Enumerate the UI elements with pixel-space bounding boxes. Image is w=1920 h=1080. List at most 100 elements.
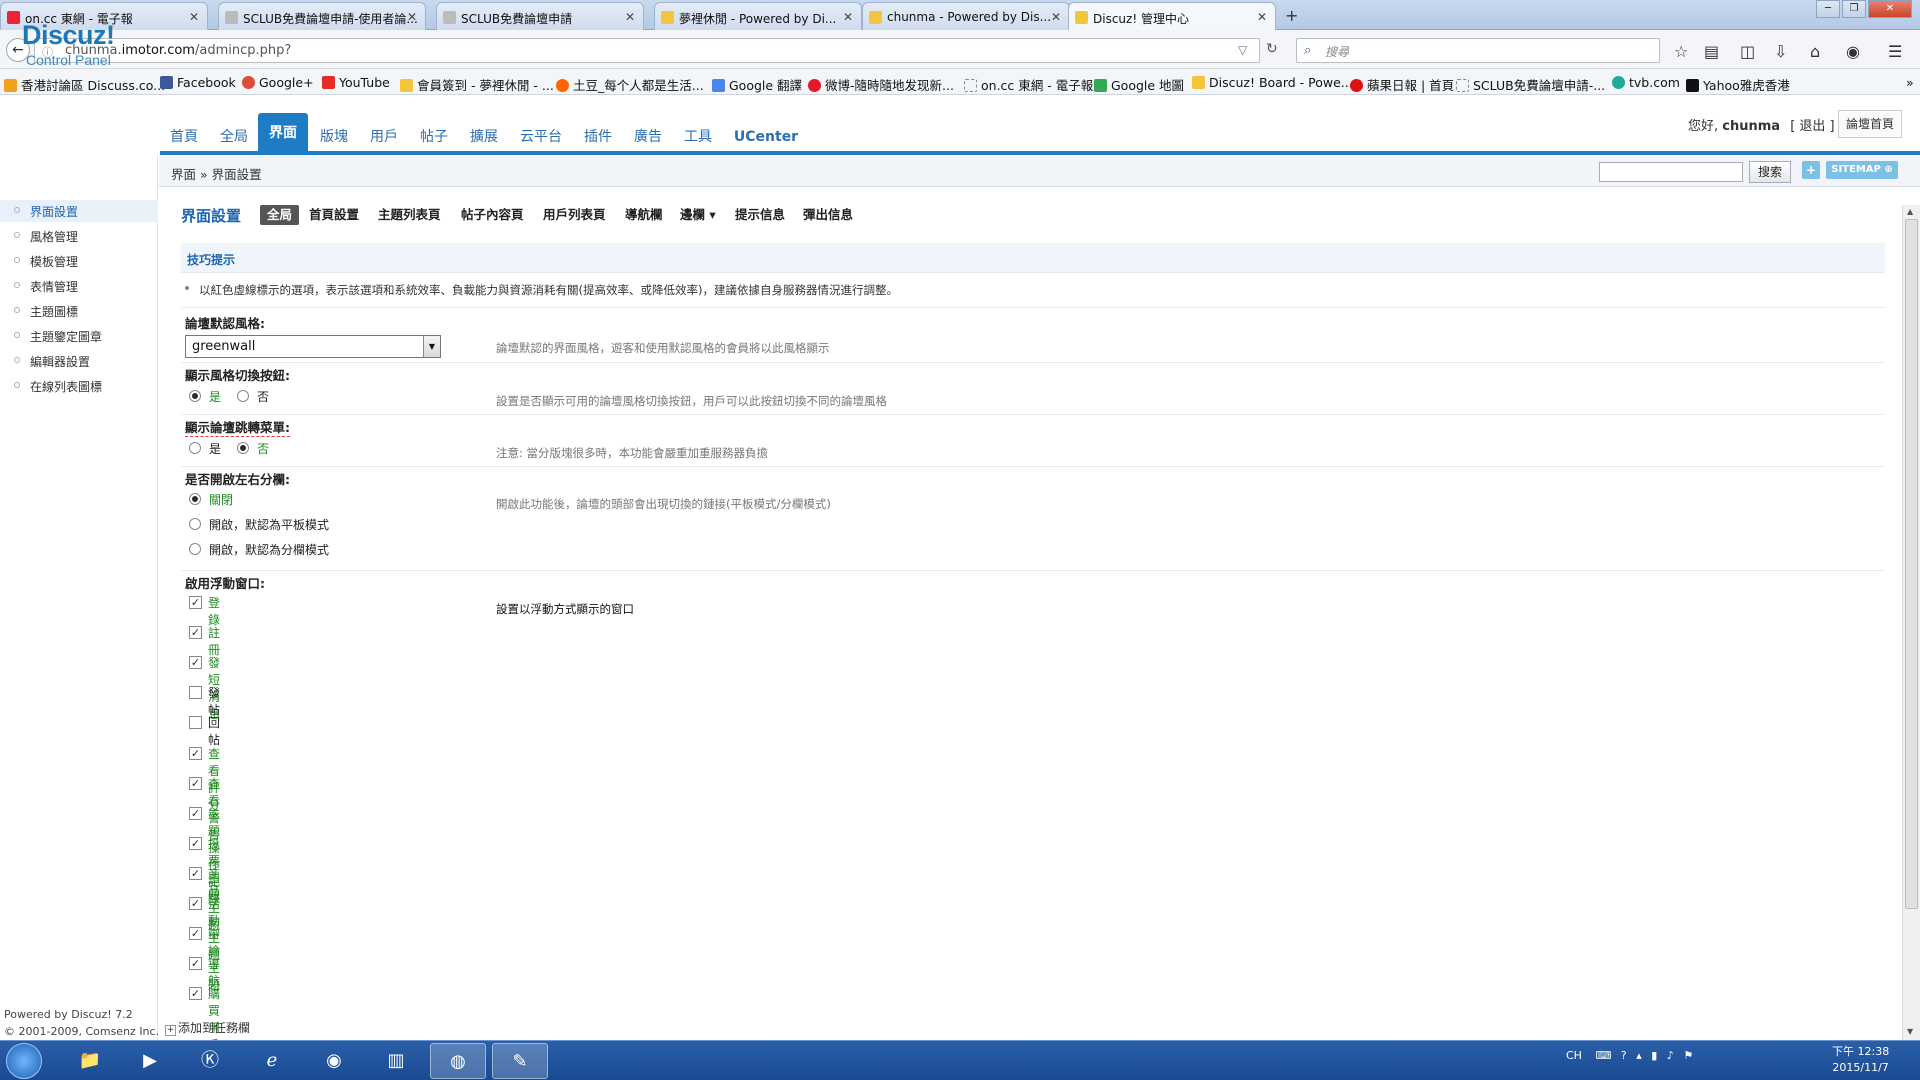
firefox-icon[interactable]: ◍: [430, 1043, 486, 1079]
subtab-navbar[interactable]: 導航欄: [625, 205, 663, 225]
media-player-icon[interactable]: ▶: [122, 1043, 178, 1079]
jump-menu-yes-label[interactable]: 是: [209, 440, 221, 457]
subtab-member-list[interactable]: 用戶列表頁: [543, 205, 606, 225]
internet-explorer-icon[interactable]: ℯ: [244, 1043, 300, 1079]
subtab-sidebar[interactable]: 邊欄 ▾: [680, 205, 716, 225]
close-tab-icon[interactable]: ✕: [1257, 10, 1267, 24]
jump-menu-no-label[interactable]: 否: [257, 440, 269, 457]
vertical-scrollbar[interactable]: ▲ ▼: [1902, 205, 1920, 1040]
dropdown-icon[interactable]: ▽: [1238, 43, 1247, 57]
browser-tab[interactable]: SCLUB免費論壇申請-使用者論... ✕: [218, 2, 426, 30]
browser-tab[interactable]: chunma - Powered by Dis... ✕: [862, 2, 1070, 30]
nav-global[interactable]: 全局: [214, 125, 254, 151]
discuz-logo[interactable]: Discuz!: [22, 20, 115, 51]
new-tab-icon[interactable]: +: [1285, 6, 1298, 25]
split-column-label[interactable]: 開啟，默認為分欄模式: [209, 541, 329, 558]
sitemap-button[interactable]: SITEMAP ⊕: [1826, 161, 1898, 179]
bookmark-item[interactable]: 微博-隨時隨地发现新...: [808, 75, 954, 94]
float-option-checkbox[interactable]: ✓: [189, 596, 202, 609]
close-tab-icon[interactable]: ✕: [189, 10, 199, 24]
home-icon[interactable]: ⌂: [1810, 42, 1820, 61]
float-option-checkbox[interactable]: ✓: [189, 776, 202, 790]
split-off-radio[interactable]: [189, 493, 201, 505]
close-window-icon[interactable]: ✕: [1868, 0, 1912, 18]
browser-tab[interactable]: 夢裡休閒 - Powered by Di... ✕: [654, 2, 862, 30]
style-switch-yes-radio[interactable]: [189, 390, 201, 402]
float-option-checkbox[interactable]: ✓: [189, 866, 202, 880]
chevron-down-icon[interactable]: ▼: [423, 336, 440, 357]
float-option-checkbox[interactable]: ✓: [189, 927, 202, 941]
reload-icon[interactable]: ↻: [1266, 41, 1278, 57]
nav-interface[interactable]: 界面: [258, 113, 308, 151]
admin-search-input[interactable]: [1599, 162, 1743, 182]
close-tab-icon[interactable]: ✕: [1051, 10, 1061, 24]
float-option-label[interactable]: 登錄: [208, 594, 220, 628]
bookmark-item[interactable]: Discuz! Board - Powe...: [1192, 75, 1353, 90]
bookmark-item[interactable]: tvb.com: [1612, 75, 1680, 90]
bookmark-item[interactable]: 會員簽到 - 夢裡休閒 - ...: [400, 75, 554, 94]
volume-icon[interactable]: ♪: [1667, 1049, 1674, 1062]
float-option-label[interactable]: 註冊: [208, 624, 220, 658]
nav-forums[interactable]: 版塊: [314, 125, 354, 151]
split-column-radio[interactable]: [189, 543, 201, 555]
username[interactable]: chunma: [1722, 119, 1780, 134]
float-option-label[interactable]: 導航: [208, 955, 220, 989]
minimize-icon[interactable]: ─: [1816, 0, 1840, 18]
library-icon[interactable]: ▥: [368, 1043, 424, 1079]
sidebar-item-template-manage[interactable]: 模板管理: [0, 250, 158, 272]
bookmark-item[interactable]: 土豆_每个人都是生活...: [556, 75, 704, 94]
sidebar-item-interface-settings[interactable]: 界面設置: [0, 200, 158, 222]
jump-menu-yes-radio[interactable]: [189, 442, 201, 454]
help-icon[interactable]: ?: [1621, 1049, 1627, 1062]
float-option-checkbox[interactable]: ✓: [189, 806, 202, 820]
bookmark-item[interactable]: YouTube: [322, 75, 390, 90]
bookmark-item[interactable]: Facebook: [160, 75, 236, 90]
bookmark-item[interactable]: SCLUB免費論壇申請-...: [1456, 75, 1605, 94]
bookmark-item[interactable]: 香港討論區 Discuss.co...: [4, 75, 165, 94]
subtab-messages[interactable]: 提示信息: [735, 205, 785, 225]
close-tab-icon[interactable]: ✕: [625, 10, 635, 24]
split-flat-label[interactable]: 開啟，默認為平板模式: [209, 516, 329, 533]
nav-plugins[interactable]: 插件: [578, 125, 618, 151]
subtab-post-view[interactable]: 帖子內容頁: [461, 205, 524, 225]
close-tab-icon[interactable]: ✕: [407, 10, 417, 24]
nav-cloud[interactable]: 云平台: [514, 125, 568, 151]
add-shortcut-icon[interactable]: +: [1802, 161, 1820, 179]
paint-icon[interactable]: ✎: [492, 1043, 548, 1079]
bookmark-star-icon[interactable]: ☆: [1674, 42, 1688, 61]
float-option-checkbox[interactable]: [189, 716, 202, 730]
sidebar-item-style-manage[interactable]: 風格管理: [0, 225, 158, 247]
jump-menu-no-radio[interactable]: [237, 442, 249, 454]
float-option-checkbox[interactable]: ✓: [189, 957, 202, 971]
nav-ads[interactable]: 廣告: [628, 125, 668, 151]
sidebar-item-thread-stamps[interactable]: 主題鑒定圖章: [0, 325, 158, 347]
address-bar[interactable]: chunma.imotor.com/admincp.php?: [34, 38, 1260, 63]
float-option-label[interactable]: 回帖: [208, 714, 220, 748]
bookmark-item[interactable]: Yahoo雅虎香港: [1686, 75, 1790, 94]
bookmark-item[interactable]: Google+: [242, 75, 314, 90]
subtab-thread-list[interactable]: 主題列表頁: [378, 205, 441, 225]
float-option-checkbox[interactable]: ✓: [189, 746, 202, 760]
network-icon[interactable]: ▮: [1651, 1049, 1657, 1062]
add-to-taskbar[interactable]: + 添加到任務欄: [165, 1019, 250, 1036]
explorer-icon[interactable]: 📁: [62, 1043, 118, 1079]
browser-tab-active[interactable]: Discuz! 管理中心 ✕: [1068, 2, 1276, 31]
nav-users[interactable]: 用戶: [364, 125, 404, 151]
download-icon[interactable]: ⇩: [1774, 42, 1787, 61]
logout-link[interactable]: [ 退出 ]: [1790, 119, 1834, 134]
admin-search-button[interactable]: 搜索: [1749, 161, 1791, 183]
scroll-down-icon[interactable]: ▼: [1907, 1027, 1913, 1036]
nav-home[interactable]: 首頁: [164, 125, 204, 151]
browser-tab[interactable]: SCLUB免費論壇申請 ✕: [436, 2, 644, 30]
close-tab-icon[interactable]: ✕: [843, 10, 853, 24]
style-switch-no-radio[interactable]: [237, 390, 249, 402]
float-option-checkbox[interactable]: [189, 686, 202, 700]
maximize-icon[interactable]: ❐: [1842, 0, 1866, 18]
sidebar-item-smilies-manage[interactable]: 表情管理: [0, 275, 158, 297]
forum-home-button[interactable]: 論壇首頁: [1838, 110, 1902, 138]
pocket-icon[interactable]: ◫: [1740, 42, 1755, 61]
subtab-global[interactable]: 全局: [260, 205, 300, 225]
scroll-up-icon[interactable]: ▲: [1907, 207, 1913, 216]
split-off-label[interactable]: 關閉: [209, 491, 233, 508]
bookmark-item[interactable]: Google 地圖: [1094, 75, 1184, 94]
